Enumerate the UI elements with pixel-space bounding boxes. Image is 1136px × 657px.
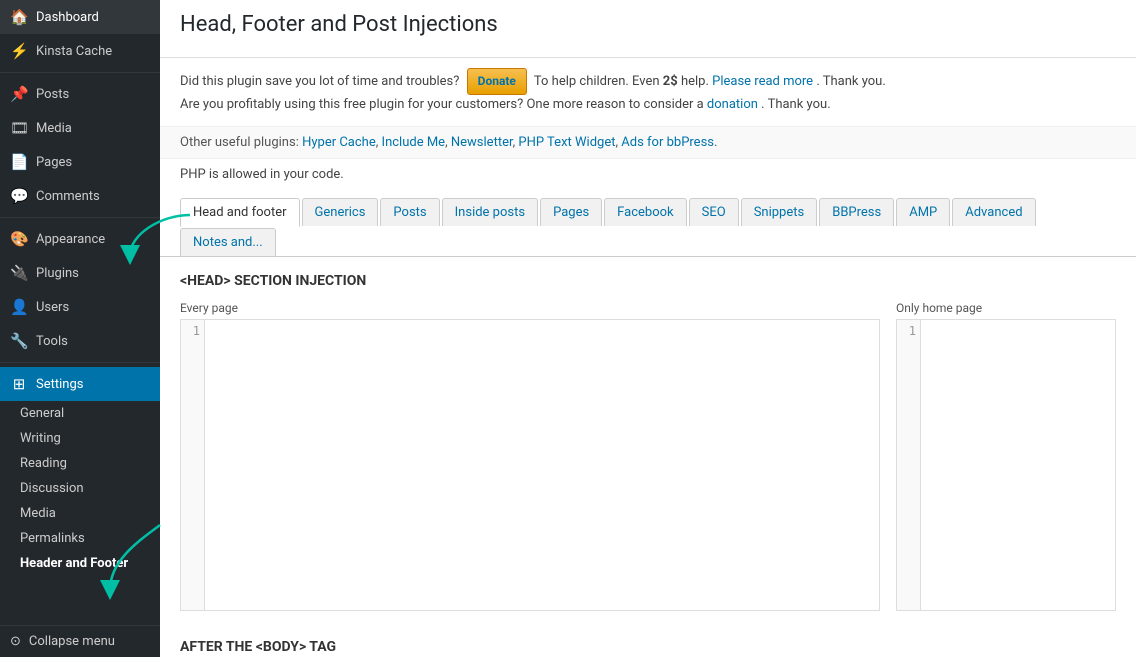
sidebar-item-label: Kinsta Cache: [36, 44, 112, 59]
sidebar-sub-media[interactable]: Media: [0, 501, 160, 526]
sidebar-sub-general[interactable]: General: [0, 401, 160, 426]
sidebar-item-kinsta-cache[interactable]: ⚡ Kinsta Cache: [0, 34, 160, 68]
every-page-group: Every page 1: [180, 301, 880, 611]
kinsta-icon: ⚡: [10, 42, 28, 60]
sidebar-item-pages[interactable]: 📄 Pages: [0, 145, 160, 179]
sidebar-item-label: Tools: [36, 334, 68, 349]
sidebar-sub-writing[interactable]: Writing: [0, 426, 160, 451]
dashboard-icon: 🏠: [10, 8, 28, 26]
line-num-1: 1: [185, 324, 200, 338]
plugin-link-newsletter[interactable]: Newsletter: [451, 135, 513, 150]
sidebar-item-label: Plugins: [36, 266, 79, 281]
sidebar-item-users[interactable]: 👤 Users: [0, 290, 160, 324]
every-page-textarea[interactable]: [205, 320, 879, 610]
users-icon: 👤: [10, 298, 28, 316]
only-home-textarea[interactable]: [921, 320, 1115, 610]
comments-icon: 💬: [10, 187, 28, 205]
donation-link[interactable]: donation: [707, 97, 758, 112]
tab-pages[interactable]: Pages: [540, 198, 602, 226]
sidebar-sub-header-footer[interactable]: Header and Footer: [0, 551, 160, 576]
tab-posts[interactable]: Posts: [380, 198, 439, 226]
tab-notes[interactable]: Notes and...: [180, 228, 276, 256]
tabs-bar: Head and footer Generics Posts Inside po…: [160, 190, 1136, 257]
page-title: Head, Footer and Post Injections: [180, 12, 1116, 37]
plugins-icon: 🔌: [10, 264, 28, 282]
notice-line2: Are you profitably using this free plugi…: [180, 97, 704, 112]
sidebar-item-tools[interactable]: 🔧 Tools: [0, 324, 160, 358]
tab-content: <HEAD> SECTION INJECTION Every page 1 On…: [160, 257, 1136, 657]
notice-line2-end: . Thank you.: [761, 97, 830, 112]
only-home-label: Only home page: [896, 301, 1116, 315]
sidebar-item-media[interactable]: 🎞 Media: [0, 111, 160, 145]
plugin-link-php-text-widget[interactable]: PHP Text Widget: [518, 135, 615, 150]
pages-icon: 📄: [10, 153, 28, 171]
tab-inside-posts[interactable]: Inside posts: [442, 198, 538, 226]
sidebar-item-comments[interactable]: 💬 Comments: [0, 179, 160, 213]
every-page-line-numbers: 1: [181, 320, 205, 610]
donation-notice: Did this plugin save you lot of time and…: [160, 58, 1136, 126]
notice-text-1: Did this plugin save you lot of time and…: [180, 74, 459, 89]
sidebar-item-label: Dashboard: [36, 10, 99, 25]
plugin-link-ads-bbpress[interactable]: Ads for bbPress: [621, 135, 714, 150]
sidebar-item-label: Pages: [36, 155, 72, 170]
sidebar-divider-3: [0, 362, 160, 363]
sidebar: 🏠 Dashboard ⚡ Kinsta Cache 📌 Posts 🎞 Med…: [0, 0, 160, 657]
tab-bbpress[interactable]: BBPress: [819, 198, 894, 226]
tab-seo[interactable]: SEO: [689, 198, 739, 226]
useful-plugins-bar: Other useful plugins: Hyper Cache, Inclu…: [160, 126, 1136, 159]
sidebar-item-label: Posts: [36, 87, 69, 102]
appearance-icon: 🎨: [10, 230, 28, 248]
plugin-link-include-me[interactable]: Include Me: [382, 135, 446, 150]
tab-amp[interactable]: AMP: [896, 198, 950, 226]
useful-plugins-label: Other useful plugins:: [180, 135, 299, 150]
sidebar-item-label: Comments: [36, 189, 100, 204]
donate-button[interactable]: Donate: [467, 68, 527, 95]
every-page-textarea-container: 1: [180, 319, 880, 611]
only-home-textarea-container: 1: [896, 319, 1116, 611]
sidebar-divider-2: [0, 217, 160, 218]
posts-icon: 📌: [10, 85, 28, 103]
media-icon: 🎞: [10, 119, 28, 137]
sidebar-item-label: Appearance: [36, 232, 105, 247]
sidebar-item-label: Users: [36, 300, 69, 315]
tab-facebook[interactable]: Facebook: [604, 198, 686, 226]
notice-bold-amount: 2$: [663, 74, 678, 89]
tools-icon: 🔧: [10, 332, 28, 350]
notice-text-2: To help children. Even: [534, 74, 660, 89]
tab-snippets[interactable]: Snippets: [741, 198, 818, 226]
sidebar-sub-permalinks[interactable]: Permalinks: [0, 526, 160, 551]
notice-text-4: . Thank you.: [816, 74, 885, 89]
php-allowed-notice: PHP is allowed in your code.: [160, 159, 1136, 190]
head-injection-row: Every page 1 Only home page 1: [180, 301, 1116, 611]
sidebar-item-posts[interactable]: 📌 Posts: [0, 77, 160, 111]
collapse-icon: ⊙: [10, 634, 21, 649]
sidebar-item-label: Media: [36, 121, 72, 136]
sidebar-item-plugins[interactable]: 🔌 Plugins: [0, 256, 160, 290]
sidebar-item-appearance[interactable]: 🎨 Appearance: [0, 222, 160, 256]
tab-head-footer[interactable]: Head and footer: [180, 198, 300, 227]
sidebar-item-settings[interactable]: ⊞ Settings: [0, 367, 160, 401]
line-num-home-1: 1: [901, 324, 916, 338]
sidebar-sub-reading[interactable]: Reading: [0, 451, 160, 476]
sidebar-item-label: Settings: [36, 377, 83, 392]
only-home-line-numbers: 1: [897, 320, 921, 610]
tab-generics[interactable]: Generics: [302, 198, 379, 226]
every-page-label: Every page: [180, 301, 880, 315]
after-body-title: AFTER THE <BODY> TAG: [180, 631, 1116, 655]
plugin-link-hyper-cache[interactable]: Hyper Cache: [302, 135, 376, 150]
main-content: Head, Footer and Post Injections Did thi…: [160, 0, 1136, 657]
notice-text-3: help.: [681, 74, 709, 89]
section-head-title: <HEAD> SECTION INJECTION: [180, 273, 1116, 289]
collapse-menu-button[interactable]: ⊙ Collapse menu: [0, 625, 160, 657]
only-home-group: Only home page 1: [896, 301, 1116, 611]
sidebar-item-dashboard[interactable]: 🏠 Dashboard: [0, 0, 160, 34]
please-read-more-link[interactable]: Please read more: [712, 74, 813, 89]
sidebar-sub-discussion[interactable]: Discussion: [0, 476, 160, 501]
page-header: Head, Footer and Post Injections: [160, 0, 1136, 58]
sidebar-divider-1: [0, 72, 160, 73]
tab-advanced[interactable]: Advanced: [952, 198, 1035, 226]
settings-icon: ⊞: [10, 375, 28, 393]
